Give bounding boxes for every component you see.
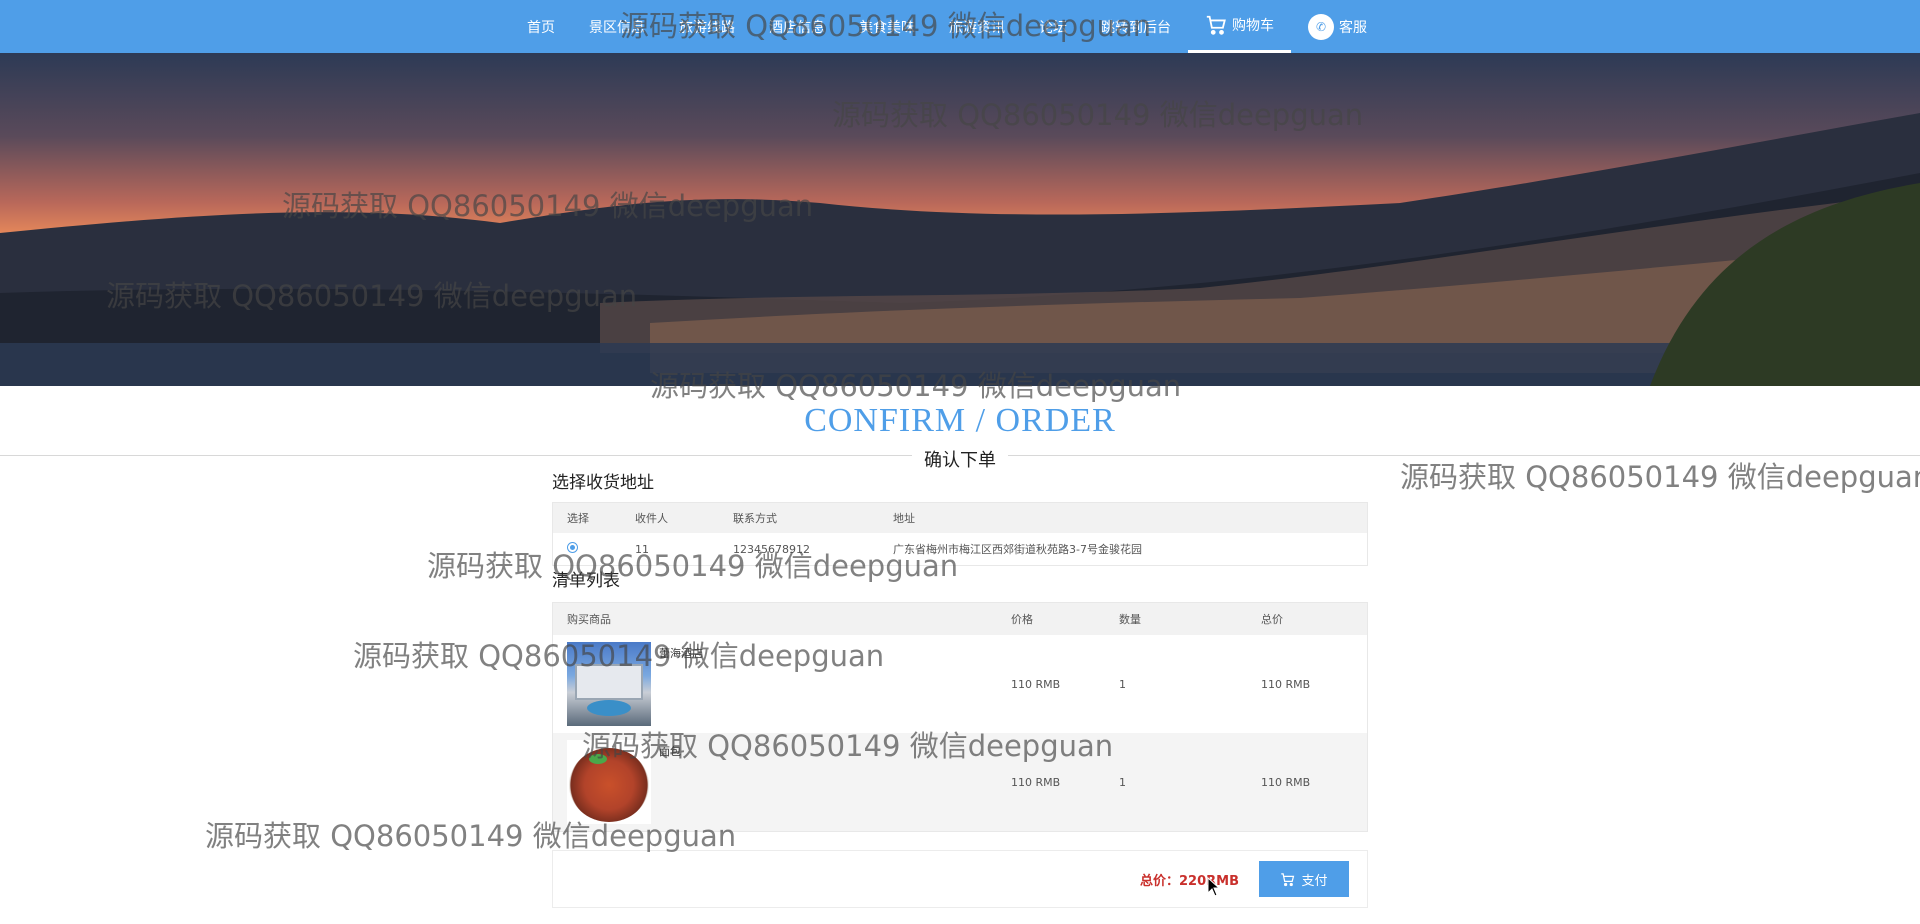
nav-item-home[interactable]: 首页 (510, 0, 572, 53)
nav-item-label: 跳转到后台 (1101, 19, 1171, 36)
item-name[interactable]: 蕾海酒店 (659, 645, 703, 661)
address-text: 广东省梅州市梅江区西郊街道秋苑路3-7号金骏花园 (893, 543, 1142, 556)
item-quantity: 1 (1119, 775, 1126, 789)
header-recipient: 收件人 (635, 512, 668, 525)
cart-icon (1205, 14, 1227, 36)
header-item: 购买商品 (567, 613, 611, 626)
checkout-bar: 总价：220RMB 支付 (552, 850, 1368, 908)
mouse-cursor-icon (1207, 877, 1221, 897)
nav-item-admin[interactable]: 跳转到后台 (1084, 0, 1188, 53)
nav-item-cart[interactable]: 购物车 (1188, 0, 1291, 53)
hero-banner (0, 53, 1920, 386)
item-total: 110 RMB (1261, 677, 1311, 691)
nav-item-hotels[interactable]: 酒店信息 (752, 0, 842, 53)
item-price: 110 RMB (1011, 677, 1061, 691)
nav-item-label: 旅游资讯 (949, 19, 1005, 36)
cart-icon (1281, 872, 1295, 886)
nav-item-label: 景区信息 (589, 19, 645, 36)
item-total: 110 RMB (1261, 775, 1311, 789)
address-row[interactable]: 11 12345678912 广东省梅州市梅江区西郊街道秋苑路3-7号金骏花园 (553, 533, 1367, 565)
pay-button[interactable]: 支付 (1259, 861, 1349, 897)
coastline-illustration (0, 113, 1920, 386)
item-quantity: 1 (1119, 677, 1126, 691)
nav-item-food[interactable]: 美食美味 (842, 0, 932, 53)
page-title-en: CONFIRM / ORDER (804, 402, 1116, 439)
header-select: 选择 (567, 512, 589, 525)
table-row: 面包 110 RMB 1 110 RMB (553, 733, 1367, 831)
nav-item-scenic[interactable]: 景区信息 (572, 0, 662, 53)
nav-item-label: 购物车 (1232, 18, 1274, 34)
order-list-table: 购买商品 价格 数量 总价 蕾海酒店 110 RMB 1 110 RMB 面包 … (552, 602, 1368, 832)
header-phone: 联系方式 (733, 512, 777, 525)
item-price: 110 RMB (1011, 775, 1061, 789)
order-list-title: 清单列表 (552, 571, 620, 591)
nav-menu: 首页 景区信息 旅游线路 酒店信息 美食美味 旅游资讯 论坛 跳转到后台 购物车… (510, 0, 1384, 53)
nav-item-label: 酒店信息 (769, 19, 825, 36)
nav-item-label: 客服 (1339, 19, 1367, 36)
food-image[interactable] (567, 740, 651, 824)
header-price: 价格 (1011, 613, 1033, 626)
nav-item-label: 美食美味 (859, 19, 915, 36)
nav-item-routes[interactable]: 旅游线路 (662, 0, 752, 53)
nav-item-forum[interactable]: 论坛 (1022, 0, 1084, 53)
address-table: 选择 收件人 联系方式 地址 11 12345678912 广东省梅州市梅江区西… (552, 502, 1368, 566)
address-recipient: 11 (635, 542, 649, 556)
order-list-header: 购买商品 价格 数量 总价 (553, 603, 1367, 635)
top-nav: 首页 景区信息 旅游线路 酒店信息 美食美味 旅游资讯 论坛 跳转到后台 购物车… (0, 0, 1920, 53)
nav-item-service[interactable]: ✆ 客服 (1291, 0, 1384, 53)
chat-icon: ✆ (1308, 13, 1334, 40)
table-row: 蕾海酒店 110 RMB 1 110 RMB (553, 635, 1367, 733)
header-address: 地址 (893, 512, 915, 525)
address-section-title: 选择收货地址 (552, 473, 654, 493)
nav-item-label: 旅游线路 (679, 19, 735, 36)
pay-button-label: 支付 (1301, 873, 1328, 889)
header-total: 总价 (1261, 613, 1283, 626)
nav-item-news[interactable]: 旅游资讯 (932, 0, 1022, 53)
address-phone: 12345678912 (733, 542, 810, 556)
page-title-cn: 确认下单 (912, 450, 1008, 471)
item-name[interactable]: 面包 (659, 743, 681, 759)
hotel-image[interactable] (567, 642, 651, 726)
address-table-header: 选择 收件人 联系方式 地址 (553, 503, 1367, 533)
nav-item-label: 论坛 (1039, 19, 1067, 36)
address-radio[interactable] (567, 542, 578, 553)
order-content: 选择收货地址 选择 收件人 联系方式 地址 11 12345678912 广东省… (552, 470, 1368, 908)
order-total: 总价：220RMB (1140, 873, 1239, 889)
page-title-cn-wrap: 确认下单 (0, 446, 1920, 472)
nav-item-label: 首页 (527, 19, 555, 36)
header-quantity: 数量 (1119, 613, 1141, 626)
